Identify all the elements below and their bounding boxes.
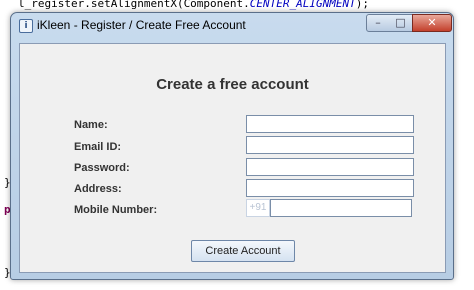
close-button[interactable]: ✕	[412, 14, 452, 32]
code-line-1-prefix: l_register.setAlignmentX(Component.	[18, 0, 250, 10]
name-field[interactable]	[246, 115, 414, 133]
address-label: Address:	[74, 183, 122, 195]
name-label: Name:	[74, 119, 108, 131]
window-title: iKleen - Register / Create Free Account	[37, 18, 246, 32]
code-line-1: l_register.setAlignmentX(Component.CENTE…	[18, 0, 369, 10]
code-line-1-constant: CENTER_ALIGNMENT	[249, 0, 356, 10]
maximize-button[interactable]: □	[389, 14, 413, 32]
email-label: Email ID:	[74, 141, 122, 153]
window-titlebar[interactable]: i iKleen - Register / Create Free Accoun…	[11, 13, 453, 37]
country-code-prefix: +91	[246, 199, 270, 217]
create-account-button[interactable]: Create Account	[191, 240, 295, 262]
register-window: i iKleen - Register / Create Free Accoun…	[10, 12, 454, 280]
email-field[interactable]	[246, 136, 414, 154]
password-label: Password:	[74, 162, 130, 174]
code-line-1-suffix: );	[355, 0, 370, 10]
address-field[interactable]	[246, 179, 414, 197]
app-icon: i	[19, 19, 33, 33]
password-field[interactable]	[246, 158, 414, 176]
minimize-button[interactable]: –	[366, 14, 390, 32]
form-heading: Create a free account	[156, 76, 309, 93]
form-panel: Create a free account Name: Email ID: Pa…	[19, 43, 446, 273]
mobile-field[interactable]	[270, 199, 412, 217]
mobile-label: Mobile Number:	[74, 204, 158, 216]
